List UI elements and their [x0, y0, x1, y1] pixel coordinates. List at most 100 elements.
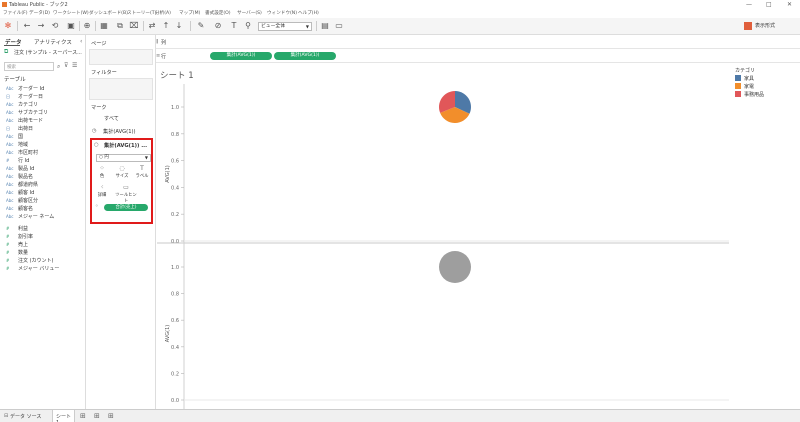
- field-label: メジャー バリュー: [18, 266, 60, 272]
- new-story-icon[interactable]: ⊞: [108, 412, 114, 420]
- row-pill-1[interactable]: 集計(AVG(1)): [210, 52, 272, 60]
- tab-sheet-1[interactable]: シート 1: [52, 410, 75, 422]
- redo-icon[interactable]: →: [36, 21, 46, 31]
- maximize-button[interactable]: □: [766, 1, 772, 8]
- field-product-name[interactable]: Abc 製品名: [6, 173, 33, 181]
- circle-mark-icon: ○: [94, 142, 99, 148]
- pin-icon[interactable]: ⚲: [243, 21, 253, 31]
- field-city[interactable]: Abc 市区町村: [6, 149, 38, 157]
- menu-file[interactable]: ファイル(F): [3, 10, 28, 16]
- show-me-icon[interactable]: [744, 22, 752, 30]
- field-customer-id[interactable]: Abc 顧客 Id: [6, 189, 34, 197]
- field-quantity[interactable]: # 数量: [6, 249, 28, 257]
- sort-ascending-icon[interactable]: ↑: [161, 21, 171, 31]
- new-dashboard-icon[interactable]: ⊞: [94, 412, 100, 420]
- field-sales[interactable]: # 売上: [6, 241, 28, 249]
- filters-shelf[interactable]: [89, 78, 153, 100]
- menu-worksheet[interactable]: ワークシート(W): [53, 10, 89, 16]
- marks-item-2[interactable]: 集計(AVG(1)) ...: [104, 142, 152, 149]
- tooltip-button[interactable]: ▭ ツールヒント: [114, 184, 138, 204]
- pages-shelf[interactable]: [89, 49, 153, 65]
- field-profit[interactable]: # 利益: [6, 225, 28, 233]
- field-subcategory[interactable]: Abc サブカテゴリ: [6, 109, 48, 117]
- marks-item-1[interactable]: 集計(AVG(1)): [103, 128, 136, 135]
- datasource-tab[interactable]: データ ソース: [10, 413, 41, 420]
- field-category[interactable]: Abc カテゴリ: [6, 101, 38, 109]
- new-datasource-icon[interactable]: ⊕: [82, 21, 92, 31]
- tableau-icon[interactable]: ✻: [3, 21, 13, 31]
- cards-column: ページ フィルター マーク すべて ◷ 集計(AVG(1)) ○ 集計(AVG(…: [86, 35, 156, 409]
- fit-dropdown[interactable]: ビュー全体 ▼: [258, 22, 312, 31]
- color-button[interactable]: ⁘ 色: [94, 165, 110, 181]
- presentation-icon[interactable]: ▭: [334, 21, 344, 31]
- field-label: 地域: [18, 142, 29, 148]
- field-prefecture[interactable]: Abc 都道府県: [6, 181, 38, 189]
- field-order-date[interactable]: 日 オーダー日: [6, 93, 43, 101]
- menu-story[interactable]: ストーリー(T): [127, 10, 156, 16]
- legend-item[interactable]: 事務用品: [735, 91, 764, 98]
- detail-button[interactable]: ⁖ 詳細: [94, 184, 110, 200]
- type-icon: Abc: [6, 150, 14, 155]
- filter-icon[interactable]: ⊽: [64, 62, 68, 69]
- label-button[interactable]: T ラベル: [134, 165, 150, 181]
- legend-label: 家具: [744, 76, 755, 82]
- menu-map[interactable]: マップ(M): [179, 10, 200, 16]
- view-options-icon[interactable]: ☰: [72, 62, 77, 69]
- columns-shelf[interactable]: ⫼ 列: [156, 35, 800, 49]
- close-button[interactable]: ✕: [787, 1, 792, 8]
- new-worksheet-icon[interactable]: ⊞: [80, 412, 86, 420]
- row-pill-2[interactable]: 集計(AVG(1)): [274, 52, 336, 60]
- field-measure-values[interactable]: # メジャー バリュー: [6, 265, 59, 273]
- rows-shelf[interactable]: ≡ 行 集計(AVG(1)) 集計(AVG(1)): [156, 49, 800, 63]
- field-row-id[interactable]: # 行 Id: [6, 157, 29, 165]
- highlight-icon[interactable]: ✎: [196, 21, 206, 31]
- field-country[interactable]: Abc 国: [6, 133, 23, 141]
- field-order-id[interactable]: Abc オーダー Id: [6, 85, 44, 93]
- collapse-pane-icon[interactable]: ‹: [80, 38, 82, 45]
- minimize-button[interactable]: —: [746, 1, 752, 8]
- menu-help[interactable]: ヘルプ(H): [298, 10, 319, 16]
- menu-format[interactable]: 書式設定(O): [205, 10, 231, 16]
- duplicate-sheet-icon[interactable]: ⧉: [115, 21, 125, 31]
- menu-dashboard[interactable]: ダッシュボード(B): [89, 10, 128, 16]
- search-icon[interactable]: ⌕: [57, 63, 60, 71]
- mark-type-dropdown[interactable]: ○ 円 ▼: [96, 154, 151, 162]
- sort-descending-icon[interactable]: ↓: [174, 21, 184, 31]
- replay-icon[interactable]: ⟲: [50, 21, 60, 31]
- field-region[interactable]: Abc 地域: [6, 141, 28, 149]
- field-ship-mode[interactable]: Abc 出荷モード: [6, 117, 43, 125]
- field-discount[interactable]: # 割引率: [6, 233, 33, 241]
- field-customer-name[interactable]: Abc 顧客名: [6, 205, 33, 213]
- worksheet-view[interactable]: シート 1 1.0 0.8 0.6 0.4 0.2 0.0 AVG(1) 1.0 0.8 0.6 0…: [157, 64, 729, 409]
- marks-all[interactable]: すべて: [104, 115, 119, 122]
- legend-item[interactable]: 家電: [735, 83, 754, 90]
- menu-window[interactable]: ウィンドウ(N): [267, 10, 297, 16]
- field-product-id[interactable]: Abc 製品 Id: [6, 165, 34, 173]
- legend-item[interactable]: 家具: [735, 75, 754, 82]
- field-order-count[interactable]: # 注文 (カウント): [6, 257, 54, 265]
- menu-server[interactable]: サーバー(S): [237, 10, 262, 16]
- detail-label: 詳細: [97, 193, 107, 198]
- search-input[interactable]: 検索: [4, 62, 54, 71]
- clear-sheet-icon[interactable]: ⌧: [129, 21, 139, 31]
- datasource-name[interactable]: 注文 (サンプル - スーパース...: [14, 49, 84, 56]
- size-button[interactable]: ◌ サイズ: [114, 165, 130, 181]
- tab-analytics[interactable]: アナリティクス: [34, 38, 72, 46]
- labels-icon[interactable]: T: [229, 21, 239, 31]
- field-label: 顧客区分: [18, 198, 39, 204]
- new-worksheet-icon[interactable]: ▦: [99, 21, 109, 31]
- field-ship-date[interactable]: 日 出荷日: [6, 125, 33, 133]
- undo-icon[interactable]: ←: [22, 21, 32, 31]
- y-tick-label: 0.6: [171, 318, 179, 324]
- y-tick-label: 0.6: [171, 159, 179, 165]
- swap-axes-icon[interactable]: ⇄: [147, 21, 157, 31]
- field-customer-segment[interactable]: Abc 顧客区分: [6, 197, 38, 205]
- group-icon[interactable]: ⊘: [213, 21, 223, 31]
- cards-icon[interactable]: ▤: [320, 21, 330, 31]
- show-me-button[interactable]: 表示形式: [755, 22, 775, 29]
- save-icon[interactable]: ▣: [66, 21, 76, 31]
- menu-analysis[interactable]: 分析(A): [155, 10, 171, 16]
- color-pill-sum-sales[interactable]: 合計(売上): [104, 204, 148, 211]
- menu-data[interactable]: データ(D): [29, 10, 50, 16]
- field-measure-names[interactable]: Abc メジャー ネーム: [6, 213, 54, 221]
